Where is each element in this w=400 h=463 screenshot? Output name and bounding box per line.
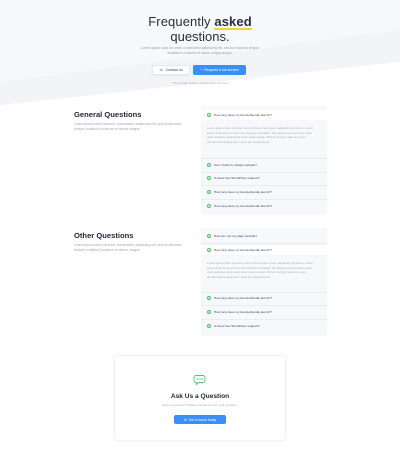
faq-item[interactable]: ✓ How long does my license/bundle last f…: [201, 110, 327, 120]
faq-item[interactable]: ✓ How long does my license/bundle last f…: [201, 187, 327, 197]
general-questions-description: Lorem ipsum dolor sit amet, consectetur …: [74, 122, 182, 131]
check-circle-icon: ✓: [207, 189, 211, 194]
general-questions-title: General Questions: [74, 110, 142, 119]
check-circle-icon: ✓: [207, 295, 211, 300]
divider: [201, 185, 327, 186]
contact-us-button[interactable]: ☏ Contact us: [152, 65, 190, 75]
check-circle-icon: ✓: [207, 309, 211, 314]
ask-question-description: Have a question? Please contact us with …: [161, 403, 238, 407]
check-circle-icon: ✓: [207, 247, 211, 252]
check-circle-icon: ✓: [207, 203, 211, 208]
faq-item[interactable]: ✓ How long does my license/bundle last f…: [201, 293, 327, 303]
faq-item[interactable]: ✓ How long does my license/bundle last f…: [201, 245, 327, 255]
divider: [201, 199, 327, 200]
other-faq-list: ✓ How do I set my page website? ✓ How lo…: [201, 228, 327, 336]
divider: [201, 158, 327, 159]
hero-title-line2: questions.: [170, 29, 230, 44]
check-circle-icon: ✓: [207, 162, 211, 167]
message-icon: ✉: [183, 417, 187, 422]
faq-item[interactable]: ✓ How long does my license/bundle last f…: [201, 307, 327, 317]
chat-bubble-icon: [193, 375, 206, 386]
faq-answer: Lorem ipsum dolor sit amet, lorem of the…: [207, 126, 314, 144]
ask-question-title: Ask Us a Question: [170, 393, 230, 400]
faq-item[interactable]: ✓ How long does my license/bundle last f…: [201, 201, 327, 211]
faq-item[interactable]: ✓ Can I build my design website?: [201, 160, 327, 170]
phone-icon: ☏: [159, 68, 164, 72]
faq-answer: Lorem ipsum dolor sit amet, lorem of the…: [207, 261, 314, 279]
divider: [201, 243, 327, 244]
other-questions-description: Lorem ipsum dolor sit amet, consectetur …: [74, 243, 182, 252]
get-in-touch-button[interactable]: ✉ Get in touch today: [174, 415, 226, 424]
hero-title-highlight: asked: [214, 14, 252, 29]
faq-item[interactable]: ✓ Is there free WordPress support?: [201, 321, 327, 331]
other-questions-title: Other Questions: [74, 231, 134, 240]
check-circle-icon: ✓: [207, 233, 211, 238]
hero-description: Lorem ipsum dolor sit amet, consectetur …: [140, 46, 260, 55]
hero-note: * We usually answer emails within 24 hou…: [171, 81, 229, 85]
plus-icon: +: [200, 68, 203, 72]
faq-item[interactable]: ✓ How do I set my page website?: [201, 231, 327, 241]
check-circle-icon: ✓: [207, 323, 211, 328]
general-faq-list: ✓ How long does my license/bundle last f…: [201, 106, 327, 215]
check-circle-icon: ✓: [207, 175, 211, 180]
divider: [201, 319, 327, 320]
check-circle-icon: ✓: [207, 112, 211, 117]
faq-item[interactable]: ✓ Is there free WordPress support?: [201, 173, 327, 183]
request-service-button[interactable]: + Request a full service: [193, 65, 246, 75]
hero-title: Frequently asked: [148, 14, 252, 29]
divider: [201, 305, 327, 306]
